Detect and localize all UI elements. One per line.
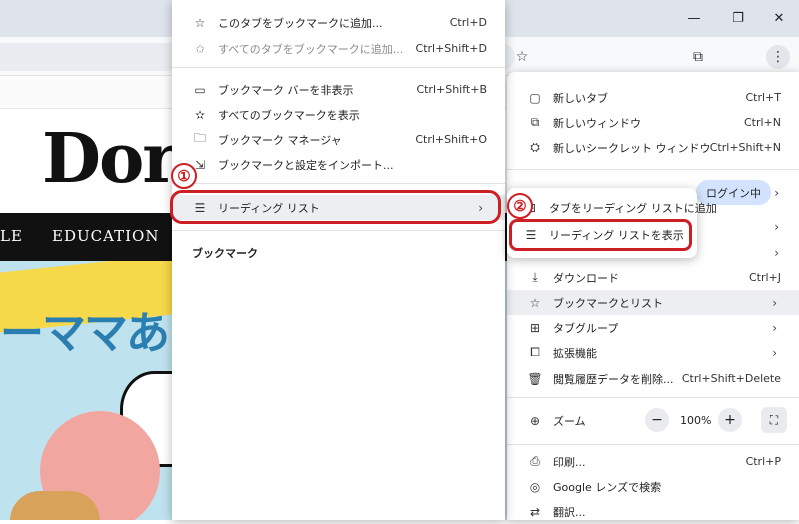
menu-divider — [172, 230, 505, 231]
menu-item-label: ブックマーク バーを非表示 — [218, 83, 354, 97]
menu-item-label: ズーム — [553, 414, 586, 428]
menu-item-label: 新しいタブ — [553, 91, 608, 105]
add-to-reading-list-item[interactable]: ⊞タブをリーディング リストに追加 — [507, 195, 717, 220]
highlight-reading-list — [170, 190, 501, 224]
shortcut-text: Ctrl+Shift+B — [416, 83, 487, 96]
menu-divider — [172, 67, 505, 68]
main-menu-item[interactable]: ⎙ 印刷... Ctrl+P — [507, 449, 799, 474]
menu-item-label: すべてのタブをブックマークに追加... — [218, 42, 404, 56]
fullscreen-icon[interactable]: ⛶ — [761, 407, 787, 433]
hero-title: ーママあ — [0, 308, 170, 359]
extensions-icon[interactable]: ⧉ — [686, 45, 710, 69]
nav-item[interactable]: LE — [0, 227, 23, 245]
menu-divider — [507, 397, 799, 398]
chevron-right-icon: › — [774, 245, 779, 260]
star-icon: ☆ — [529, 295, 541, 310]
chevron-right-icon: › — [772, 295, 777, 310]
zoom-in-button[interactable]: + — [718, 408, 742, 432]
main-menu-item[interactable]: ⛭ 新しいシークレット ウィンドウ Ctrl+Shift+N — [507, 135, 799, 160]
bookmarks-section-label: ブックマーク — [192, 247, 258, 260]
new-window-icon: ⧉ — [530, 115, 540, 129]
menu-item-label: すべてのブックマークを表示 — [218, 108, 360, 122]
zoom-level-value: 100% — [680, 414, 712, 427]
menu-item-label: このタブをブックマークに追加... — [218, 16, 383, 30]
minimize-button[interactable]: — — [674, 0, 714, 37]
main-menu-item[interactable]: 🗑 閲覧履歴データを削除... Ctrl+Shift+Delete — [507, 366, 799, 391]
menu-item-label: Google レンズで検索 — [553, 480, 662, 494]
nav-item-education[interactable]: EDUCATION — [52, 227, 159, 245]
menu-divider — [507, 169, 799, 170]
menu-item-label: 新しいシークレット ウィンドウ — [553, 141, 711, 155]
star-multi-icon: ✩ — [194, 41, 206, 56]
menu-item-label: 新しいウィンドウ — [553, 116, 641, 130]
menu-item-label: ブックマークと設定をインポート... — [218, 158, 394, 172]
bookmark-bar-icon: ▭ — [194, 82, 206, 97]
folder-star-icon: 🗀 — [193, 131, 206, 145]
star-icon: ☆ — [194, 15, 206, 30]
shortcut-text: Ctrl+Shift+O — [415, 133, 487, 146]
new-tab-icon: ▢ — [529, 90, 541, 105]
menu-divider — [172, 183, 505, 184]
trash-icon: 🗑 — [527, 371, 543, 386]
shortcut-text: Ctrl+P — [745, 455, 781, 468]
google-lens-icon: ◎ — [529, 479, 541, 494]
translate-icon: ⇄ — [529, 504, 541, 519]
bookmark-star-icon[interactable]: ☆ — [510, 45, 534, 69]
hero-illustration — [10, 491, 100, 520]
chevron-right-icon: › — [774, 219, 779, 234]
bookmarks-menu-item[interactable]: 🗀 ブックマーク マネージャ Ctrl+Shift+O — [172, 127, 505, 152]
zoom-menu-item: ⊕ ズーム −100% + ⛶ — [507, 407, 799, 433]
menu-item-label: 拡張機能 — [553, 346, 597, 360]
menu-item-label: タブをリーディング リストに追加 — [549, 201, 717, 215]
chrome-main-menu: ▢ 新しいタブ Ctrl+T ⧉ 新しいウィンドウ Ctrl+N ⛭ 新しいシークレット ウィ… — [507, 72, 799, 520]
highlight-show-reading-list — [509, 219, 692, 251]
menu-item-label: 翻訳... — [553, 505, 586, 519]
main-menu-item[interactable]: ⧠ 拡張機能 › — [507, 340, 799, 365]
shortcut-text: Ctrl+Shift+N — [709, 141, 781, 154]
chevron-right-icon: › — [772, 345, 777, 360]
menu-divider — [507, 444, 799, 445]
menu-item-label: 印刷... — [553, 455, 586, 469]
main-menu-item[interactable]: ⧉ 新しいウィンドウ Ctrl+N — [507, 110, 799, 135]
shortcut-text: Ctrl+T — [745, 91, 781, 104]
menu-item-label: ブックマークとリスト — [553, 296, 663, 310]
bookmarks-menu-item[interactable]: ✩ すべてのタブをブックマークに追加... Ctrl+Shift+D — [172, 36, 505, 61]
step-one-badge: ① — [171, 163, 197, 189]
zoom-out-button[interactable]: − — [645, 408, 669, 432]
zoom-icon: ⊕ — [529, 413, 541, 428]
chevron-right-icon: › — [772, 320, 777, 335]
step-two-badge: ② — [507, 193, 533, 219]
menu-item-label: ダウンロード — [553, 271, 619, 285]
bookmarks-menu-item[interactable]: ✫ すべてのブックマークを表示 — [172, 102, 505, 127]
main-menu-item[interactable]: ⊞ タブグループ › — [507, 315, 799, 340]
shortcut-text: Ctrl+N — [743, 116, 781, 129]
download-icon: ⤓ — [532, 270, 538, 284]
incognito-icon: ⛭ — [530, 140, 540, 154]
close-button[interactable]: ✕ — [759, 0, 799, 37]
bookmarks-menu-item[interactable]: ☆ このタブをブックマークに追加... Ctrl+D — [172, 10, 505, 35]
main-menu-item[interactable]: ▢ 新しいタブ Ctrl+T — [507, 85, 799, 110]
all-bookmarks-icon: ✫ — [194, 107, 206, 122]
print-icon: ⎙ — [530, 454, 540, 468]
menu-item-label: タブグループ — [553, 321, 619, 335]
site-logo[interactable]: Dor — [42, 119, 178, 199]
extension-icon: ⧠ — [530, 345, 540, 359]
main-menu-item[interactable]: ⇄ 翻訳... — [507, 499, 799, 524]
chrome-menu-button[interactable]: ⋮ — [766, 45, 790, 69]
main-menu-item[interactable]: ☆ ブックマークとリスト › — [507, 290, 799, 315]
shortcut-text: Ctrl+Shift+Delete — [681, 372, 781, 385]
menu-item-label: 閲覧履歴データを削除... — [553, 372, 674, 386]
menu-item-label: ブックマーク マネージャ — [218, 133, 342, 147]
restore-button[interactable]: ❐ — [718, 0, 758, 37]
main-menu-item[interactable]: ⤓ ダウンロード Ctrl+J — [507, 265, 799, 290]
bookmarks-menu-item[interactable]: ⇲ ブックマークと設定をインポート... — [172, 152, 505, 177]
chevron-right-icon: › — [774, 185, 779, 200]
shortcut-text: Ctrl+D — [449, 16, 487, 29]
shortcut-text: Ctrl+J — [748, 271, 781, 284]
shortcut-text: Ctrl+Shift+D — [415, 42, 487, 55]
bookmarks-submenu: ☆ このタブをブックマークに追加... Ctrl+D ✩ すべてのタブをブックマークに追… — [172, 0, 505, 520]
bookmarks-menu-item[interactable]: ▭ ブックマーク バーを非表示 Ctrl+Shift+B — [172, 77, 505, 102]
tab-group-icon: ⊞ — [529, 320, 541, 335]
main-menu-item[interactable]: ◎ Google レンズで検索 — [507, 474, 799, 499]
